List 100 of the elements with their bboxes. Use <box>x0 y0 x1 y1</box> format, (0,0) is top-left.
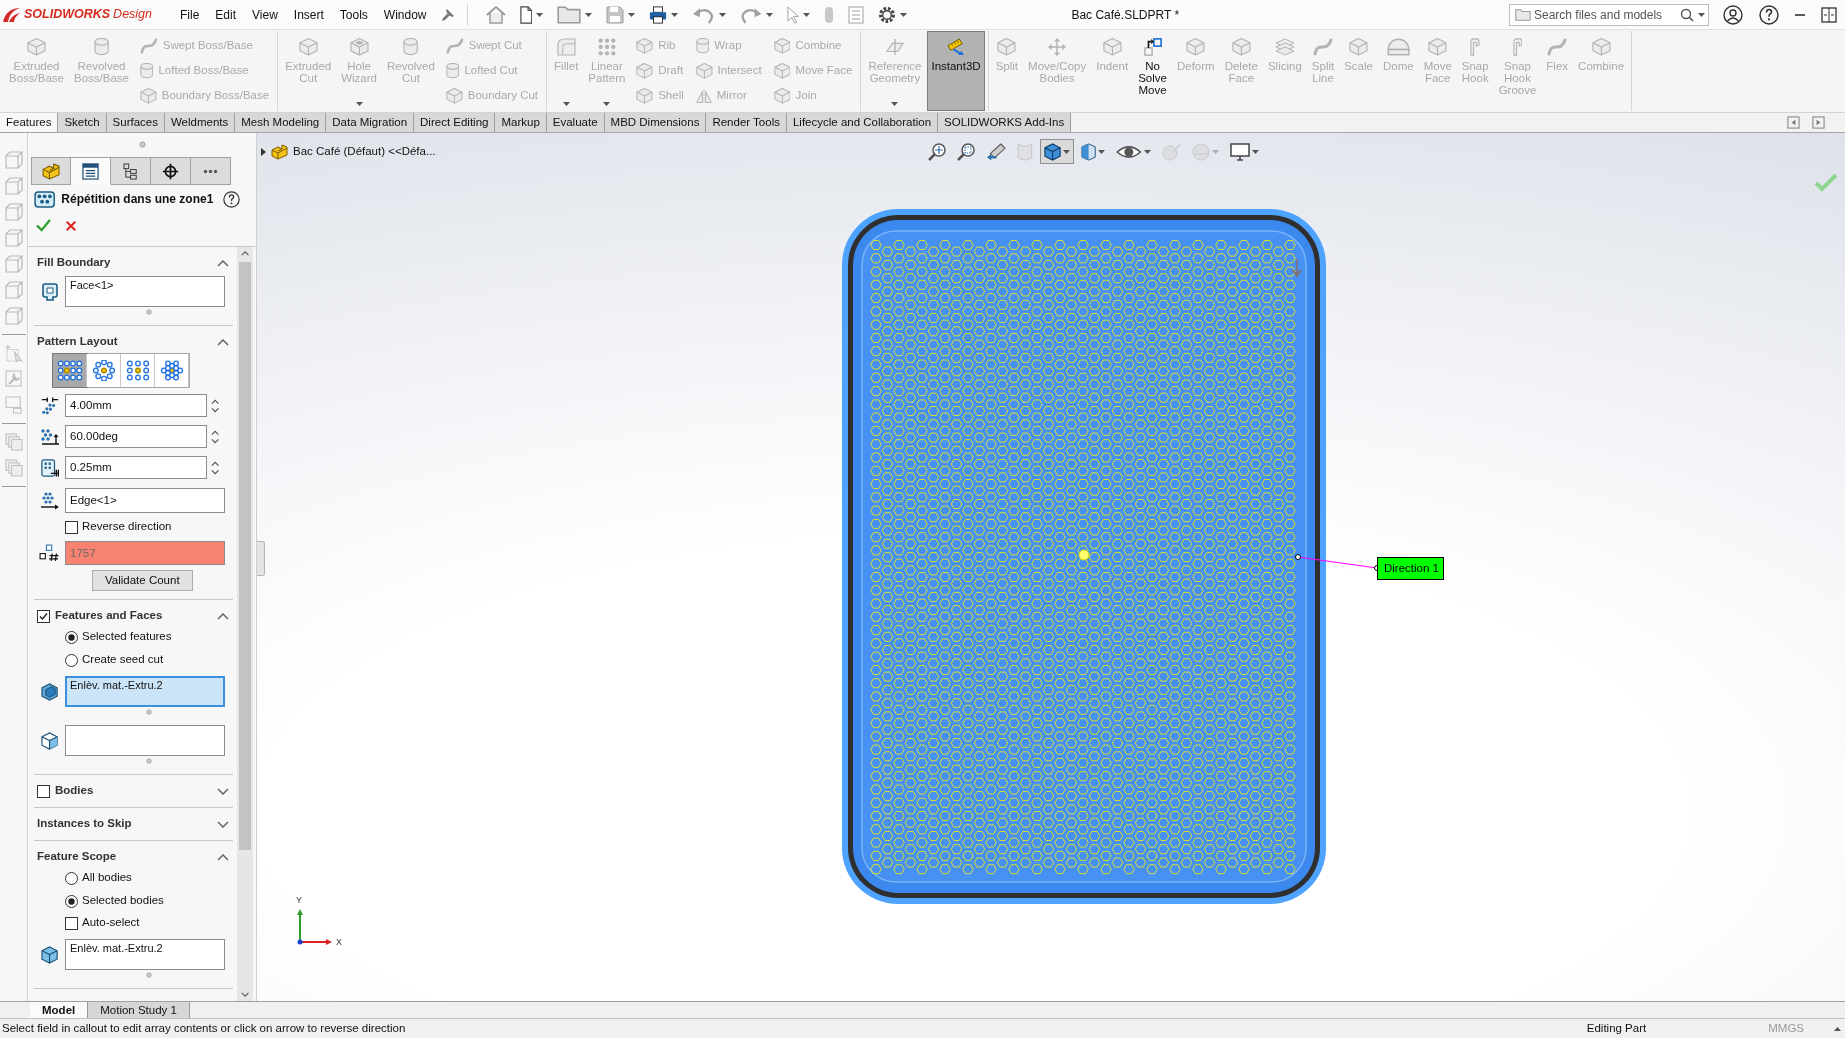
search-field[interactable]: Search files and models <box>1509 3 1709 26</box>
section-title[interactable]: Features and Faces <box>55 607 163 625</box>
spin-down-icon[interactable] <box>211 469 220 475</box>
perforated-tray-model[interactable] <box>842 209 1326 904</box>
help-icon[interactable] <box>1759 4 1779 25</box>
tab[interactable]: Surfaces <box>106 113 165 132</box>
check-icon[interactable] <box>1814 172 1838 192</box>
tab[interactable]: Lifecycle and Collaboration <box>786 113 939 132</box>
section-title[interactable]: Instances to Skip <box>37 815 132 833</box>
section-title[interactable]: Bodies <box>55 782 94 800</box>
bottom-tab[interactable]: Motion Study 1 <box>88 1002 190 1018</box>
chevron-up-icon[interactable] <box>217 853 229 861</box>
section-title[interactable]: Pattern Layout <box>37 333 118 351</box>
caret-icon[interactable] <box>1143 149 1151 154</box>
caret-icon[interactable] <box>536 12 544 17</box>
radio-button[interactable] <box>65 871 78 885</box>
callout-label[interactable]: Direction 1 <box>1377 557 1444 580</box>
radio-label[interactable]: Selected features <box>82 628 172 646</box>
menu-item[interactable]: Window <box>375 0 435 29</box>
boxed-arrow-right-icon[interactable] <box>1812 116 1825 129</box>
caret-icon[interactable] <box>718 12 726 17</box>
menu-item[interactable]: View <box>244 0 286 29</box>
caret-icon[interactable] <box>900 12 908 17</box>
layout-selector[interactable] <box>52 353 190 388</box>
chevron-down-icon[interactable] <box>217 820 229 828</box>
layout-button[interactable] <box>53 354 87 387</box>
tree-item[interactable]: Bac Café (Défaut) <<Défa... <box>293 143 436 161</box>
checkbox[interactable] <box>65 916 78 930</box>
handle-dot-icon[interactable] <box>146 758 152 764</box>
chevron-up-icon[interactable] <box>217 259 229 267</box>
selection-list[interactable] <box>65 725 225 756</box>
selection-list[interactable]: Face<1> <box>65 276 225 307</box>
number-field[interactable]: 0.25mm <box>65 456 207 479</box>
minimize-icon[interactable] <box>1795 13 1805 16</box>
panel-tab[interactable] <box>71 157 111 185</box>
command-button[interactable]: No Solve Move <box>1134 31 1171 111</box>
layout-button[interactable] <box>121 354 155 387</box>
layout-button[interactable] <box>87 354 121 387</box>
handle-dot-icon[interactable] <box>146 709 152 715</box>
validate-button[interactable]: Validate Count <box>92 570 193 591</box>
search-icon[interactable] <box>1680 7 1694 22</box>
checkbox-label[interactable]: Auto-select <box>82 914 140 932</box>
tab[interactable]: Evaluate <box>546 113 605 132</box>
tab[interactable]: Direct Editing <box>414 113 496 132</box>
scrollbar[interactable] <box>237 247 253 1001</box>
selection-field[interactable]: Edge<1> <box>65 488 225 513</box>
tab[interactable]: Markup <box>495 113 547 132</box>
spin-down-icon[interactable] <box>211 438 220 444</box>
user-circle-icon[interactable] <box>1723 4 1743 25</box>
handle-dot-icon[interactable] <box>146 972 152 978</box>
command-button[interactable]: Instant3D <box>927 31 985 111</box>
printer-icon[interactable] <box>649 5 668 24</box>
selection-list[interactable]: Enlèv. mat.-Extru.2 <box>65 676 225 707</box>
radio-label[interactable]: Selected bodies <box>82 892 164 910</box>
checkbox-label[interactable]: Reverse direction <box>82 518 172 536</box>
tab[interactable]: Features <box>0 113 59 132</box>
caret-icon[interactable] <box>1251 149 1259 154</box>
spin-up-icon[interactable] <box>211 398 220 404</box>
number-field[interactable]: 60.00deg <box>65 425 207 448</box>
help-icon[interactable] <box>223 190 240 208</box>
checkbox[interactable] <box>37 609 50 623</box>
checkbox[interactable] <box>65 520 78 534</box>
tab[interactable]: Sketch <box>58 113 107 132</box>
scroll-up-icon[interactable] <box>240 251 250 256</box>
scroll-down-icon[interactable] <box>240 992 250 997</box>
radio-button[interactable] <box>65 653 78 667</box>
checkbox[interactable] <box>37 784 50 798</box>
caret-up-icon[interactable] <box>1834 1026 1841 1031</box>
menu-item[interactable]: Edit <box>207 0 245 29</box>
radio-button[interactable] <box>65 630 78 644</box>
caret-icon[interactable] <box>585 12 593 17</box>
handle-dot-icon[interactable] <box>138 140 146 148</box>
tab[interactable]: Mesh Modeling <box>235 113 327 132</box>
boxed-arrow-left-icon[interactable] <box>1787 116 1800 129</box>
bottom-tab[interactable]: Model <box>30 1002 89 1018</box>
home-icon[interactable] <box>485 5 506 24</box>
tab[interactable]: MBD Dimensions <box>604 113 707 132</box>
tab[interactable]: Render Tools <box>706 113 787 132</box>
scroll-thumb[interactable] <box>239 262 251 850</box>
spin-up-icon[interactable] <box>211 460 220 466</box>
caret-icon[interactable] <box>1098 149 1106 154</box>
caret-icon[interactable] <box>628 12 636 17</box>
radio-label[interactable]: All bodies <box>82 869 132 887</box>
splitter-handle[interactable] <box>257 541 265 576</box>
spin-up-icon[interactable] <box>211 429 220 435</box>
section-title[interactable]: Feature Scope <box>37 848 117 866</box>
caret-icon[interactable] <box>1698 12 1705 17</box>
expand-arrow-icon[interactable] <box>261 147 266 156</box>
number-field[interactable]: 4.00mm <box>65 394 207 417</box>
panel-tab[interactable] <box>151 157 191 185</box>
menu-item[interactable]: File <box>172 0 208 29</box>
handle-dot-icon[interactable] <box>146 309 152 315</box>
check-icon[interactable] <box>36 219 51 232</box>
view-toolbar-button[interactable] <box>1039 139 1074 164</box>
chevron-up-icon[interactable] <box>217 612 229 620</box>
spin-down-icon[interactable] <box>211 407 220 413</box>
radio-button[interactable] <box>65 894 78 908</box>
panel-tab[interactable] <box>111 157 151 185</box>
split-window-icon[interactable] <box>1821 6 1837 23</box>
tab[interactable]: Data Migration <box>326 113 415 132</box>
